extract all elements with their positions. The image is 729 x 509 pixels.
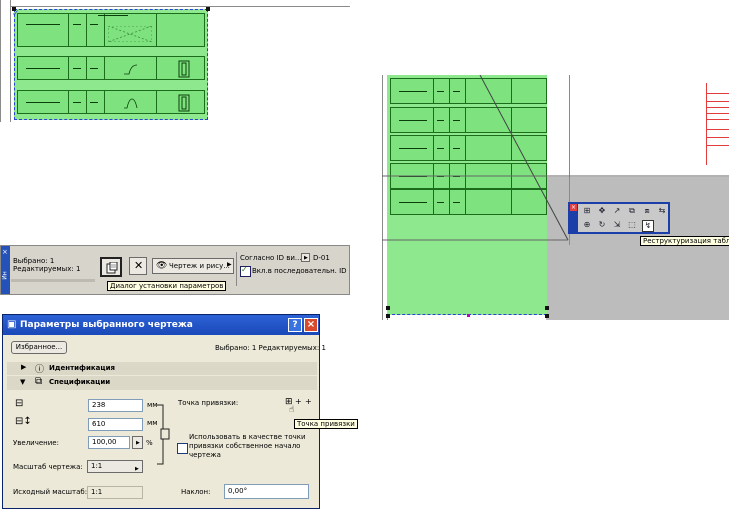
dialog-icon: ▣ (7, 319, 17, 330)
anchor-label: Точка привязки: (178, 399, 239, 407)
anchor-point-icon[interactable]: + (305, 397, 312, 406)
section-identification-label: Идентификация (49, 364, 115, 372)
use-origin-label: Использовать в качестве точки привязки с… (189, 433, 306, 459)
source-scale-label: Исходный масштаб: (13, 488, 88, 496)
table-row (17, 13, 205, 47)
restructure-table-icon[interactable]: ↯ (642, 220, 654, 232)
side-tab-label: Ин (1, 271, 9, 280)
collapsed-arrow-icon: ▶ (21, 363, 27, 371)
specifications-icon: ⧉ (35, 376, 43, 387)
scrollbar[interactable] (11, 279, 95, 282)
drag-icon[interactable]: ↗ (612, 206, 622, 216)
close-icon[interactable]: × (2, 248, 8, 256)
selection-handle[interactable] (206, 7, 210, 11)
height-input[interactable]: 610 (88, 418, 143, 431)
source-scale-value: 1:1 (87, 486, 143, 499)
copy-icon[interactable]: ⧉ (627, 206, 637, 216)
info-box-palette: × Ин Выбрано: 1 Редактируемых: 1 ✕ 👁 Чер… (0, 245, 350, 295)
table-row (17, 90, 205, 114)
table-row (17, 56, 205, 80)
slope-input[interactable]: 0,00° (224, 484, 309, 499)
close-icon[interactable]: × (570, 204, 577, 211)
slope-label: Наклон: (181, 488, 211, 496)
scale-value: 1:1 (91, 462, 103, 470)
palette-side-tab[interactable]: × Ин (1, 246, 10, 294)
mirror-icon[interactable]: ⇆ (657, 206, 667, 216)
selection-handle[interactable] (386, 306, 390, 310)
rotate-icon[interactable]: ↻ (597, 220, 607, 230)
add-row-icon[interactable]: ⊞ (582, 206, 592, 216)
pet-palette-toolbar: × ⊞ ✥ ↗ ⧉ ⧈ ⇆ ⊕ ↻ ⇲ ⬚ ↯ (568, 202, 670, 234)
expanded-arrow-icon: ▼ (20, 378, 26, 386)
zoom-label: Увеличение: (13, 439, 59, 447)
drawing-view-right: × ⊞ ✥ ↗ ⧉ ⧈ ⇆ ⊕ ↻ ⇲ ⬚ ↯ Реструктуризация… (382, 75, 729, 320)
drawing-settings-dialog: ▣ Параметры выбранного чертежа ? × Избра… (2, 314, 358, 509)
section-specifications-label: Спецификации (49, 378, 111, 386)
restructure-tooltip: Реструктуризация таблицы (640, 236, 729, 246)
eye-icon: 👁 (156, 261, 168, 271)
editable-count: Редактируемых: 1 (13, 265, 81, 273)
pointer-cursor-icon: ☝ (289, 405, 295, 415)
view-dropdown[interactable]: 👁 Чертеж и рису... ▶ (152, 258, 234, 274)
zoom-stepper[interactable]: ▶ (132, 436, 143, 449)
insert-icon[interactable]: ⊕ (582, 220, 592, 230)
resize-icon[interactable]: ⬚ (627, 220, 637, 230)
width-icon: ⊟ (15, 398, 24, 409)
section-specifications[interactable]: ▼ ⧉ Спецификации (7, 376, 317, 390)
id-source-label[interactable]: Согласно ID ви... (240, 254, 302, 262)
height-icon: ⊟↕ (15, 416, 32, 427)
selection-handle[interactable] (386, 314, 390, 318)
paste-icon[interactable]: ⧈ (642, 206, 652, 216)
selection-summary: Выбрано: 1 Редактируемых: 1 (215, 344, 326, 352)
sequential-checkbox[interactable]: ✓ (240, 265, 251, 277)
dialog-title: Параметры выбранного чертежа (20, 320, 193, 330)
anchor-point-icon[interactable]: + (295, 397, 302, 406)
anchor-tooltip: Точка привязки (294, 419, 358, 429)
identification-icon: ⓘ (35, 365, 45, 375)
link-bracket (157, 404, 170, 465)
restructure-guide-lines (382, 75, 729, 241)
move-icon[interactable]: ✥ (597, 206, 607, 216)
drawing-view-top-left: ✓ (0, 0, 350, 122)
document-settings-icon (106, 262, 118, 274)
use-origin-checkbox[interactable] (177, 443, 188, 454)
zoom-percent: % (146, 439, 153, 447)
id-value[interactable]: D-01 (313, 254, 330, 262)
sequential-label: Вкл.в последовательн. ID (252, 267, 347, 275)
offset-icon[interactable]: ⇲ (612, 220, 622, 230)
check-icon: ✓ (12, 9, 20, 19)
view-dropdown-label: Чертеж и рису... (169, 262, 230, 270)
selection-handle[interactable] (545, 306, 549, 310)
arrow-right-icon: ▶ (227, 261, 232, 268)
width-input[interactable]: 238 (88, 399, 143, 412)
dialog-titlebar[interactable]: ▣ Параметры выбранного чертежа ? × (3, 315, 319, 335)
id-source-arrow[interactable]: ▶ (301, 253, 310, 262)
scale-label: Масштаб чертежа: (13, 463, 83, 471)
settings-tooltip: Диалог установки параметров (107, 281, 227, 291)
cross-tool-icon: ✕ (134, 259, 144, 272)
zoom-input[interactable]: 100,00 (88, 436, 130, 449)
anchor-point-grid[interactable]: ⊞ + + ☝ (285, 397, 315, 421)
scale-dropdown[interactable]: 1:1 ▶ (87, 460, 143, 473)
selection-handle[interactable] (545, 314, 549, 318)
tool-button[interactable]: ✕ (129, 257, 147, 275)
help-button[interactable]: ? (288, 318, 302, 332)
selection-handle[interactable] (467, 314, 470, 317)
settings-dialog-button[interactable] (100, 257, 122, 277)
section-identification[interactable]: ▶ ⓘ Идентификация (7, 362, 317, 375)
selected-drawing[interactable] (14, 9, 208, 120)
favorites-button[interactable]: Избранное... (11, 341, 67, 354)
selected-count: Выбрано: 1 (13, 257, 55, 265)
close-button[interactable]: × (304, 318, 318, 332)
